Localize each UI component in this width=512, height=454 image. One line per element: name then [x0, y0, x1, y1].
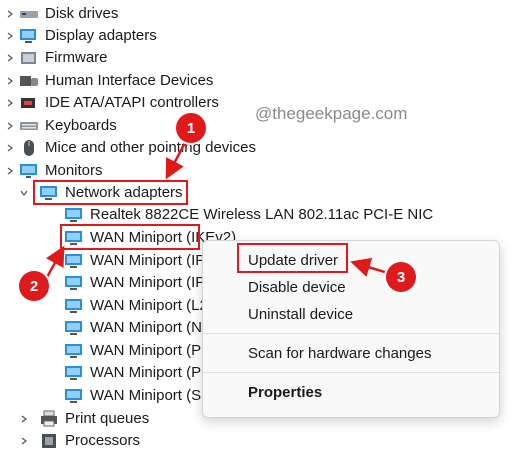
tree-item-label: Print queues: [65, 410, 150, 427]
tree-item-firmware[interactable]: Firmware: [7, 47, 108, 69]
tree-item-display-adapters[interactable]: Display adapters: [7, 25, 157, 47]
tree-item-label: Monitors: [45, 162, 103, 179]
network-adapter-icon: [64, 342, 84, 360]
tree-item-disk-drives[interactable]: Disk drives: [7, 3, 119, 25]
tree-item-print-queues[interactable]: Print queues: [21, 408, 150, 430]
tree-item-label: Mice and other pointing devices: [45, 139, 256, 156]
network-adapter-icon: [64, 252, 84, 270]
ide-controller-icon: [19, 94, 39, 112]
network-adapter-icon: [64, 274, 84, 292]
hid-icon: [19, 72, 39, 90]
tree-item-label: Disk drives: [45, 5, 119, 22]
tree-item-monitors[interactable]: Monitors: [7, 160, 103, 182]
chevron-right-icon[interactable]: [19, 436, 29, 446]
tree-item-label: Processors: [65, 432, 141, 449]
network-adapter-icon: [64, 297, 84, 315]
chevron-right-icon[interactable]: [5, 76, 15, 86]
network-adapter-icon: [64, 206, 84, 224]
chevron-right-icon[interactable]: [5, 121, 15, 131]
chevron-right-icon[interactable]: [19, 414, 29, 424]
display-adapter-icon: [19, 27, 39, 45]
tree-item-ide-controllers[interactable]: IDE ATA/ATAPI controllers: [7, 92, 219, 114]
mouse-icon: [19, 139, 39, 157]
tree-item-label: WAN Miniport (IP): [90, 252, 211, 269]
monitor-icon: [19, 162, 39, 180]
tree-item-label: Human Interface Devices: [45, 72, 214, 89]
network-adapter-item[interactable]: WAN Miniport (IP): [64, 250, 210, 272]
chevron-right-icon[interactable]: [5, 9, 15, 19]
menu-separator: [203, 372, 499, 373]
highlight-network-adapters: [33, 180, 188, 205]
chevron-right-icon[interactable]: [5, 31, 15, 41]
tree-item-label: Keyboards: [45, 117, 117, 134]
tree-item-keyboards[interactable]: Keyboards: [7, 115, 117, 137]
menu-separator: [203, 333, 499, 334]
chevron-right-icon[interactable]: [5, 143, 15, 153]
chevron-right-icon[interactable]: [5, 166, 15, 176]
menu-item-properties[interactable]: Properties: [248, 383, 322, 403]
network-adapter-icon: [64, 319, 84, 337]
chevron-right-icon[interactable]: [5, 53, 15, 63]
tree-item-processors[interactable]: Processors: [21, 430, 141, 452]
tree-item-label: Realtek 8822CE Wireless LAN 802.11ac PCI…: [90, 206, 434, 223]
disk-drive-icon: [19, 5, 39, 23]
keyboard-icon: [19, 117, 39, 135]
tree-item-mice[interactable]: Mice and other pointing devices: [7, 137, 256, 159]
highlight-wan-miniport: [60, 224, 200, 250]
tree-item-label: Firmware: [45, 49, 108, 66]
step-badge-2: 2: [19, 271, 49, 301]
step-badge-1: 1: [176, 113, 206, 143]
network-adapter-icon: [64, 387, 84, 405]
highlight-update-driver: [237, 243, 348, 273]
firmware-icon: [19, 49, 39, 67]
menu-item-uninstall-device[interactable]: Uninstall device: [248, 305, 353, 325]
tree-item-label: IDE ATA/ATAPI controllers: [45, 94, 219, 111]
printer-icon: [39, 410, 59, 428]
menu-item-disable-device[interactable]: Disable device: [248, 278, 346, 298]
chevron-down-icon[interactable]: [19, 188, 29, 198]
arrow-2: [44, 245, 65, 280]
menu-item-scan-hardware[interactable]: Scan for hardware changes: [248, 344, 431, 364]
watermark: @thegeekpage.com: [255, 104, 408, 123]
processor-icon: [39, 432, 59, 450]
tree-item-label: Display adapters: [45, 27, 157, 44]
step-badge-3: 3: [386, 262, 416, 292]
chevron-right-icon[interactable]: [5, 98, 15, 108]
network-adapter-icon: [64, 364, 84, 382]
tree-item-hid[interactable]: Human Interface Devices: [7, 70, 214, 92]
network-adapter-item[interactable]: Realtek 8822CE Wireless LAN 802.11ac PCI…: [64, 204, 433, 226]
